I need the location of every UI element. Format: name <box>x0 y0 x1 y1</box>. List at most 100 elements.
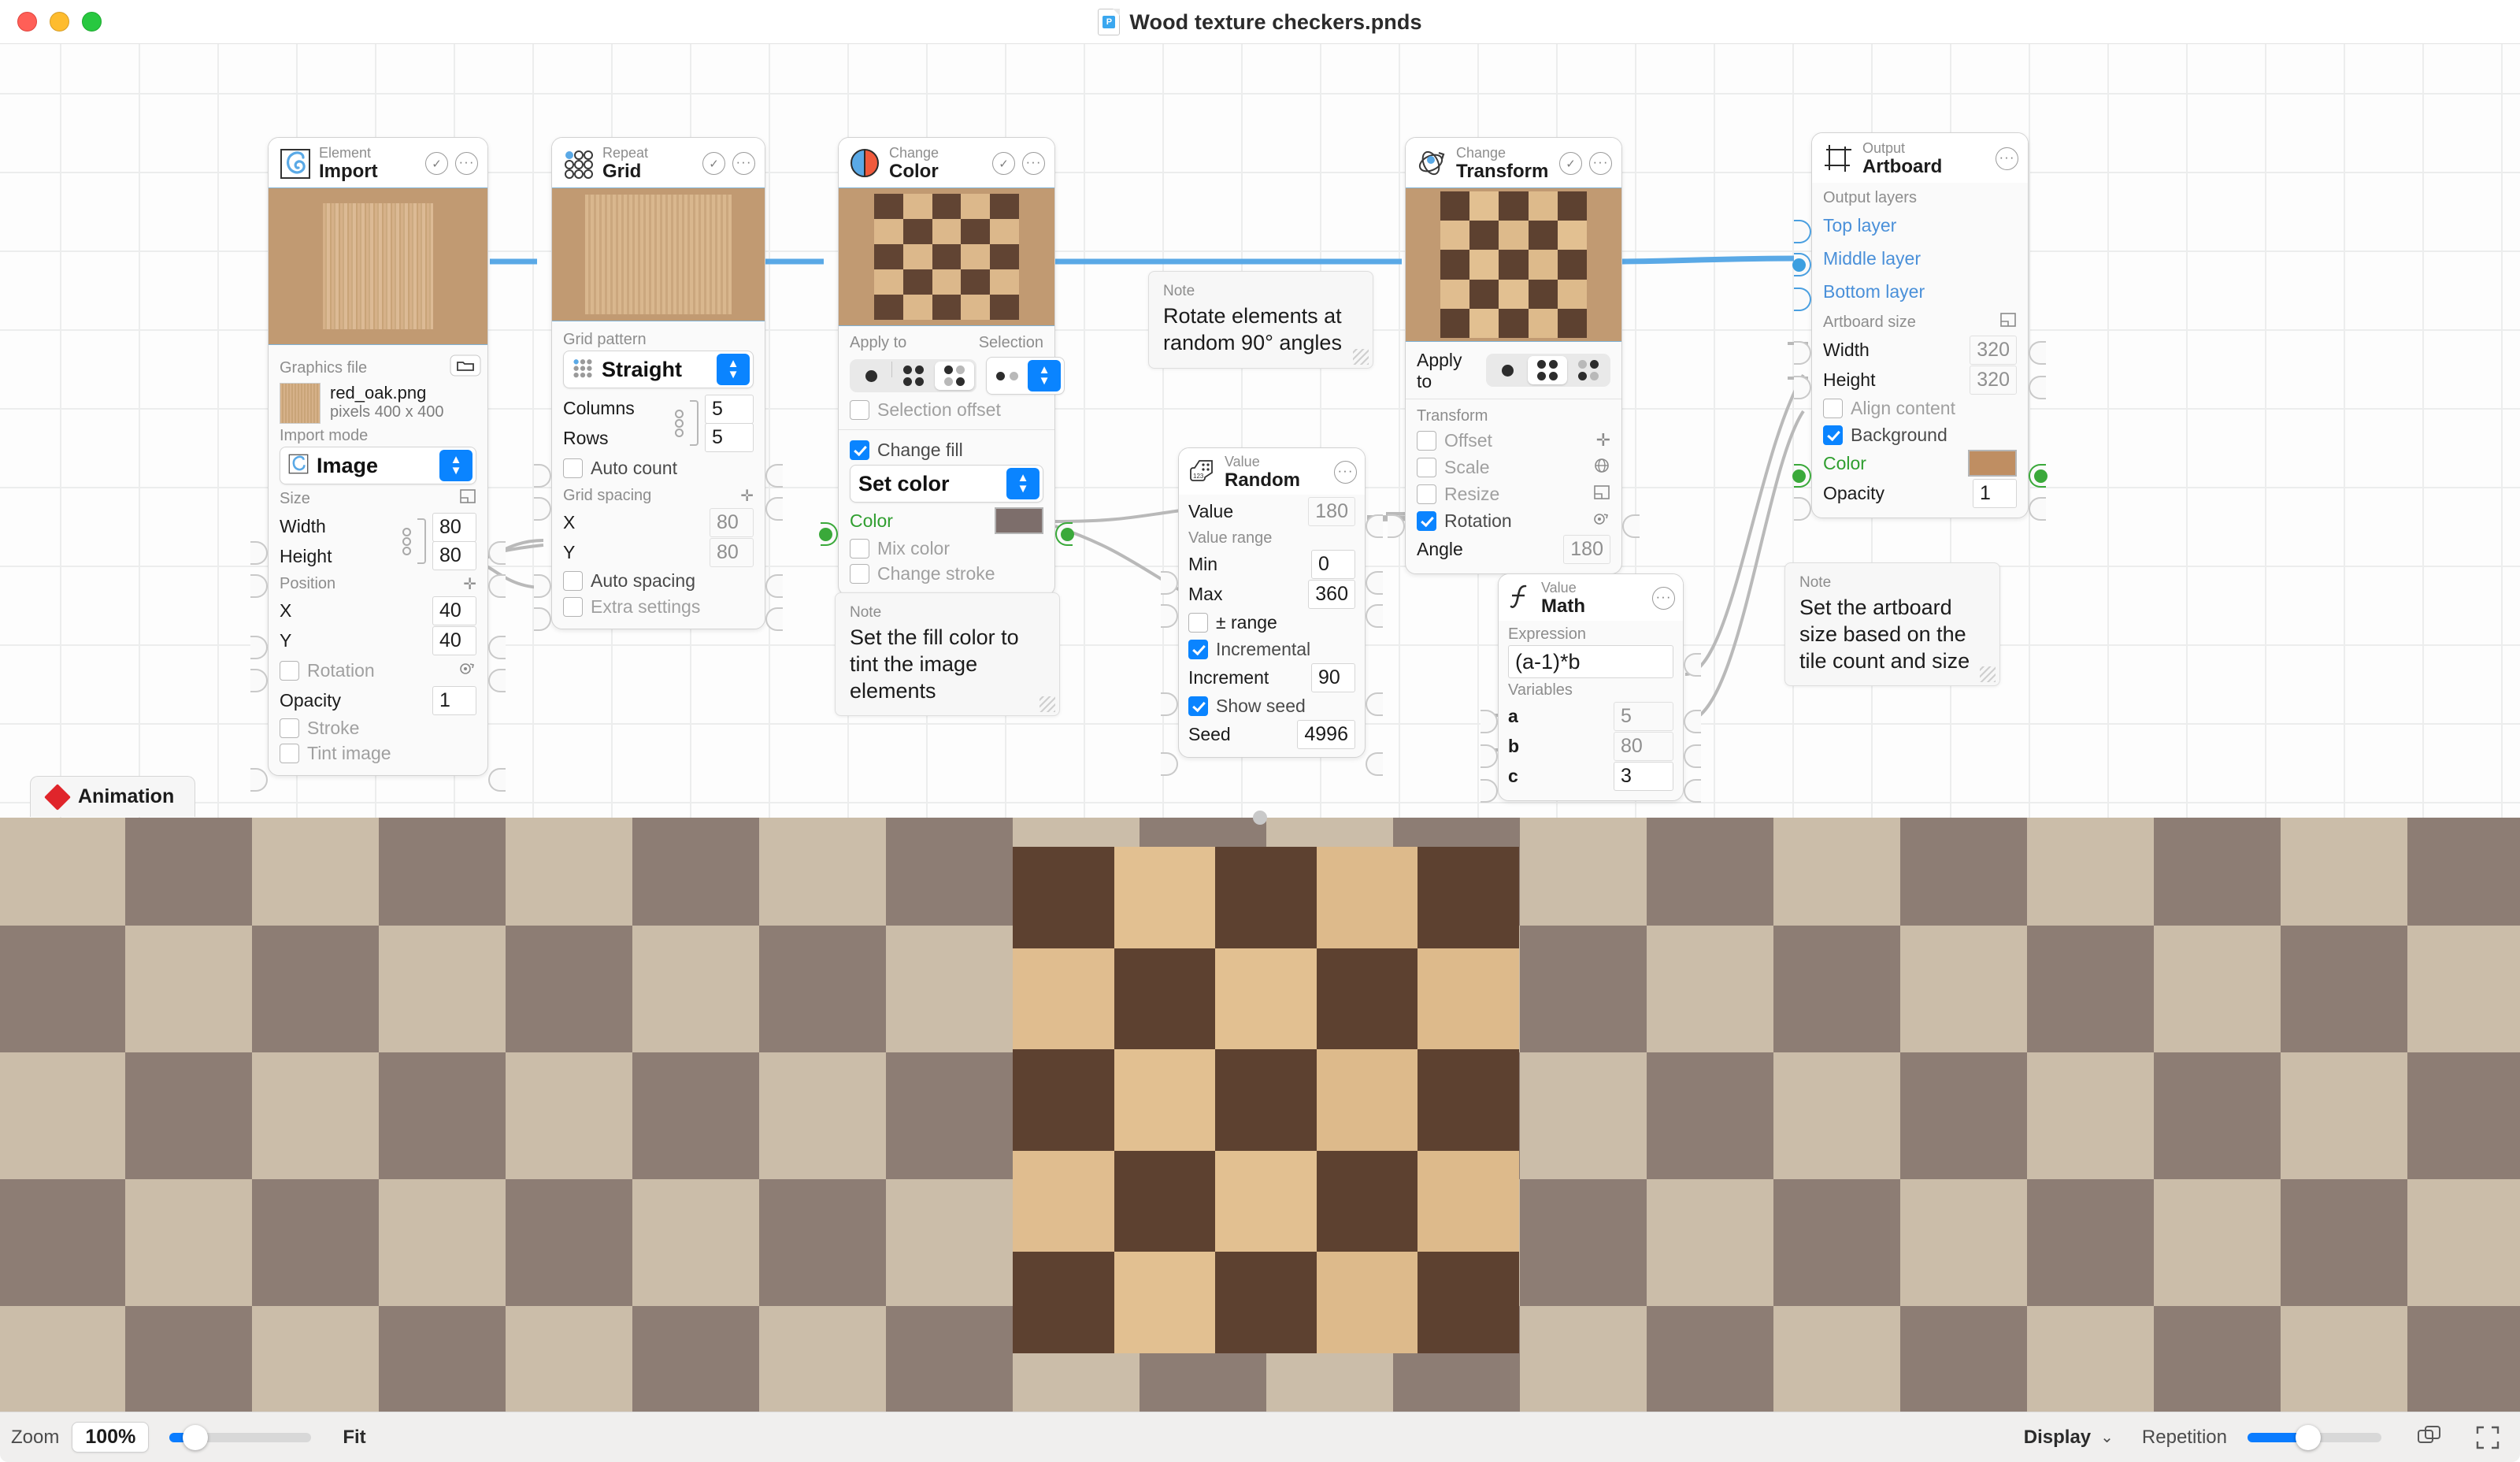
layer-top-row[interactable]: Top layer <box>1823 209 2017 242</box>
artboard-height-input[interactable]: 320 <box>1970 365 2017 395</box>
tint-image-checkbox[interactable] <box>280 743 299 763</box>
height-row[interactable]: Height <box>280 541 396 571</box>
angle-input-port[interactable] <box>1388 514 1405 538</box>
random-min-port[interactable] <box>1161 571 1178 595</box>
show-seed-checkbox[interactable] <box>1188 696 1208 716</box>
middle-layer-port[interactable] <box>1792 253 1811 276</box>
node-menu-button[interactable]: ··· <box>1589 152 1612 176</box>
resize-checkbox[interactable] <box>1417 484 1436 504</box>
node-math[interactable]: Value Math ··· Expression (a-1)*b Variab… <box>1480 573 1701 803</box>
layer-middle-row[interactable]: Middle layer <box>1823 242 2017 275</box>
math-b-input[interactable]: 80 <box>1614 731 1673 761</box>
artboard-width-row[interactable]: Width 320 <box>1823 335 2017 365</box>
math-expression-out-port[interactable] <box>1684 653 1701 677</box>
stroke-checkbox[interactable] <box>280 718 299 738</box>
spacing-x-output-port[interactable] <box>765 574 783 598</box>
change-stroke-checkbox[interactable] <box>850 563 869 584</box>
apply-to-segmented-control[interactable] <box>850 359 976 393</box>
y-input-port[interactable] <box>250 669 268 692</box>
math-c-input[interactable]: 3 <box>1614 761 1673 791</box>
mix-color-row[interactable]: Mix color <box>850 536 1043 561</box>
rows-input[interactable]: 5 <box>705 422 754 452</box>
color-row[interactable]: Color <box>850 506 1043 536</box>
random-max-port[interactable] <box>1161 604 1178 628</box>
show-seed-row[interactable]: Show seed <box>1188 692 1355 719</box>
random-value-row[interactable]: Value 180 <box>1188 496 1355 526</box>
math-b-row[interactable]: b 80 <box>1508 731 1673 761</box>
opacity-row[interactable]: Opacity 1 <box>280 685 476 715</box>
artboard-height-row[interactable]: Height 320 <box>1823 365 2017 395</box>
increment-input[interactable]: 90 <box>1311 662 1355 692</box>
node-random-header[interactable]: 123 Value Random ··· <box>1179 448 1365 495</box>
offset-row[interactable]: Offset ✛ <box>1417 427 1610 454</box>
node-menu-button[interactable]: ··· <box>1334 461 1357 484</box>
stroke-row[interactable]: Stroke <box>280 715 476 740</box>
auto-spacing-checkbox[interactable] <box>563 570 583 591</box>
note-set-fill-color[interactable]: Note Set the fill color to tint the imag… <box>835 592 1060 717</box>
seed-row[interactable]: Seed 4996 <box>1188 719 1355 749</box>
seed-out-port[interactable] <box>1366 752 1383 776</box>
change-stroke-row[interactable]: Change stroke <box>850 561 1043 586</box>
bottom-layer-port[interactable] <box>1794 288 1811 311</box>
spacing-x-input-port[interactable] <box>534 574 551 598</box>
seed-port[interactable] <box>1161 752 1178 776</box>
artboard-color-swatch[interactable] <box>1968 450 2017 477</box>
artboard-color-row[interactable]: Color <box>1823 448 2017 478</box>
node-change-color[interactable]: Change Color ✓ ··· Apply to Selection ▲ … <box>819 137 1074 597</box>
spacing-y-row[interactable]: Y 80 <box>563 537 754 567</box>
scale-row[interactable]: Scale <box>1417 454 1610 481</box>
scale-checkbox[interactable] <box>1417 457 1436 477</box>
auto-count-checkbox[interactable] <box>563 458 583 478</box>
apply-to-single[interactable] <box>1488 356 1526 384</box>
random-max-input[interactable]: 360 <box>1308 579 1355 609</box>
apply-to-segmented-control[interactable] <box>1486 354 1610 388</box>
layer-bottom-row[interactable]: Bottom layer <box>1823 275 2017 308</box>
node-enable-toggle[interactable]: ✓ <box>425 152 448 176</box>
spacing-x-input[interactable]: 80 <box>710 507 754 537</box>
rows-input-port[interactable] <box>534 497 551 521</box>
pm-range-checkbox[interactable] <box>1188 612 1208 633</box>
height-input-port[interactable] <box>250 574 268 598</box>
math-b-port[interactable] <box>1480 744 1498 768</box>
position-y-row[interactable]: Y 40 <box>280 625 476 655</box>
fill-mode-stepper[interactable]: ▲ ▼ <box>1006 468 1040 500</box>
x-input-port[interactable] <box>250 636 268 659</box>
node-import[interactable]: Element Import ✓ ··· Graphics file red_o… <box>250 137 506 792</box>
import-mode-stepper[interactable]: ▲ ▼ <box>439 450 472 482</box>
random-value-out-port[interactable] <box>1366 514 1383 538</box>
node-grid-header[interactable]: Repeat Grid ✓ ··· <box>552 138 765 188</box>
auto-count-row[interactable]: Auto count <box>563 453 754 483</box>
angle-output-port[interactable] <box>1622 514 1640 538</box>
artboard-height-out-port[interactable] <box>2029 376 2046 399</box>
node-import-header[interactable]: Element Import ✓ ··· <box>269 138 487 188</box>
node-enable-toggle[interactable]: ✓ <box>992 152 1015 176</box>
width-input[interactable]: 80 <box>432 512 476 542</box>
columns-input-port[interactable] <box>534 464 551 488</box>
apply-to-all[interactable] <box>894 362 933 390</box>
node-change-transform-header[interactable]: Change Transform ✓ ··· <box>1406 138 1621 188</box>
random-max-out-port[interactable] <box>1366 604 1383 628</box>
node-grid[interactable]: Repeat Grid ✓ ··· Grid pattern Straight … <box>534 137 783 631</box>
math-a-input[interactable]: 5 <box>1614 701 1673 731</box>
x-output-port[interactable] <box>488 636 506 659</box>
opacity-output-port[interactable] <box>488 768 506 792</box>
spacing-y-output-port[interactable] <box>765 607 783 631</box>
increment-out-port[interactable] <box>1366 692 1383 716</box>
rows-output-port[interactable] <box>765 497 783 521</box>
angle-input[interactable]: 180 <box>1563 534 1610 564</box>
resize-row[interactable]: Resize <box>1417 481 1610 507</box>
extra-settings-checkbox[interactable] <box>563 596 583 617</box>
height-input[interactable]: 80 <box>432 540 476 570</box>
position-x-row[interactable]: X 40 <box>280 596 476 625</box>
apply-to-selection[interactable] <box>935 362 974 391</box>
node-artboard-header[interactable]: Output Artboard ··· <box>1812 133 2028 184</box>
tint-image-row[interactable]: Tint image <box>280 740 476 766</box>
resize-grip[interactable] <box>1353 348 1369 365</box>
apply-to-selection[interactable] <box>1569 356 1608 384</box>
angle-row[interactable]: Angle 180 <box>1417 534 1610 564</box>
duplicate-icon[interactable] <box>2416 1424 2443 1451</box>
note-artboard-size[interactable]: Note Set the artboard size based on the … <box>1784 562 2000 687</box>
math-c-port[interactable] <box>1480 779 1498 803</box>
columns-output-port[interactable] <box>765 464 783 488</box>
incremental-checkbox[interactable] <box>1188 639 1208 659</box>
